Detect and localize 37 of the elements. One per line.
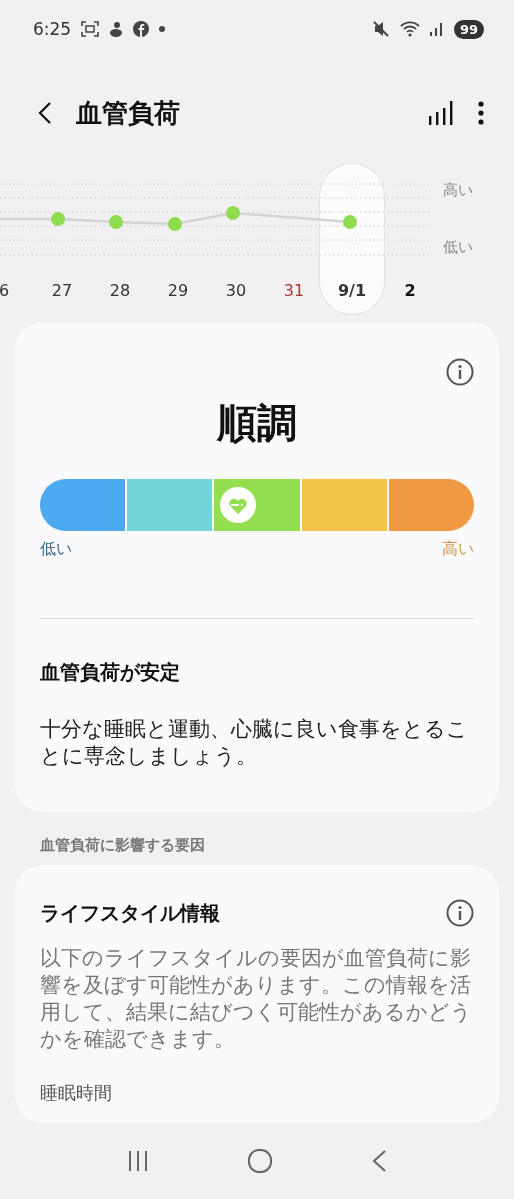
low-label: 低い bbox=[40, 539, 72, 560]
status-heading: 血管負荷が安定 bbox=[40, 659, 181, 686]
screenshot-icon bbox=[81, 21, 100, 37]
mute-icon bbox=[371, 20, 390, 38]
date-tab[interactable]: 29 bbox=[149, 281, 207, 314]
info-icon[interactable] bbox=[446, 899, 474, 927]
section-label: 血管負荷に影響する要因 bbox=[40, 836, 206, 855]
recent-apps-icon[interactable] bbox=[127, 1150, 149, 1172]
home-icon[interactable] bbox=[247, 1148, 273, 1174]
wifi-icon bbox=[399, 21, 420, 37]
battery-level: 99 bbox=[453, 19, 484, 39]
date-tab[interactable]: 27 bbox=[33, 281, 91, 314]
figure-icon bbox=[109, 21, 124, 37]
heart-marker-icon bbox=[220, 487, 257, 523]
dot-icon bbox=[159, 26, 166, 32]
date-tab[interactable]: 30 bbox=[207, 281, 265, 314]
more-icon[interactable] bbox=[478, 101, 484, 125]
advice-text: 十分な睡眠と運動、心臓に良い食事をとることに専念しましょう。 bbox=[40, 716, 469, 770]
status-time: 6:25 bbox=[33, 19, 72, 39]
axis-label: 高い bbox=[443, 181, 473, 200]
info-icon[interactable] bbox=[446, 358, 474, 386]
status-title: 順調 bbox=[215, 399, 298, 448]
signal-icon bbox=[429, 22, 444, 36]
description-text: 以下のライフスタイルの要因が血管負荷に影響を及ぼす可能性があります。この情報を活用して、結果に結びつく可能性があるかどうかを確認できます。 bbox=[40, 945, 473, 1053]
date-tab[interactable]: 9/1 bbox=[320, 164, 384, 314]
page-title: 血管負荷 bbox=[76, 96, 181, 130]
back-icon[interactable] bbox=[38, 101, 52, 125]
date-tab[interactable]: 31 bbox=[265, 281, 323, 314]
high-label: 高い bbox=[442, 539, 474, 560]
axis-label: 低い bbox=[443, 238, 473, 257]
bar-chart-icon[interactable] bbox=[428, 100, 454, 126]
date-tab[interactable]: 2 bbox=[381, 281, 439, 314]
factor-label: 睡眠時間 bbox=[40, 1081, 113, 1105]
card-title: ライフスタイル情報 bbox=[40, 899, 220, 927]
date-tab[interactable]: 6 bbox=[0, 281, 33, 314]
date-tab[interactable]: 28 bbox=[91, 281, 149, 314]
facebook-icon bbox=[133, 21, 150, 37]
